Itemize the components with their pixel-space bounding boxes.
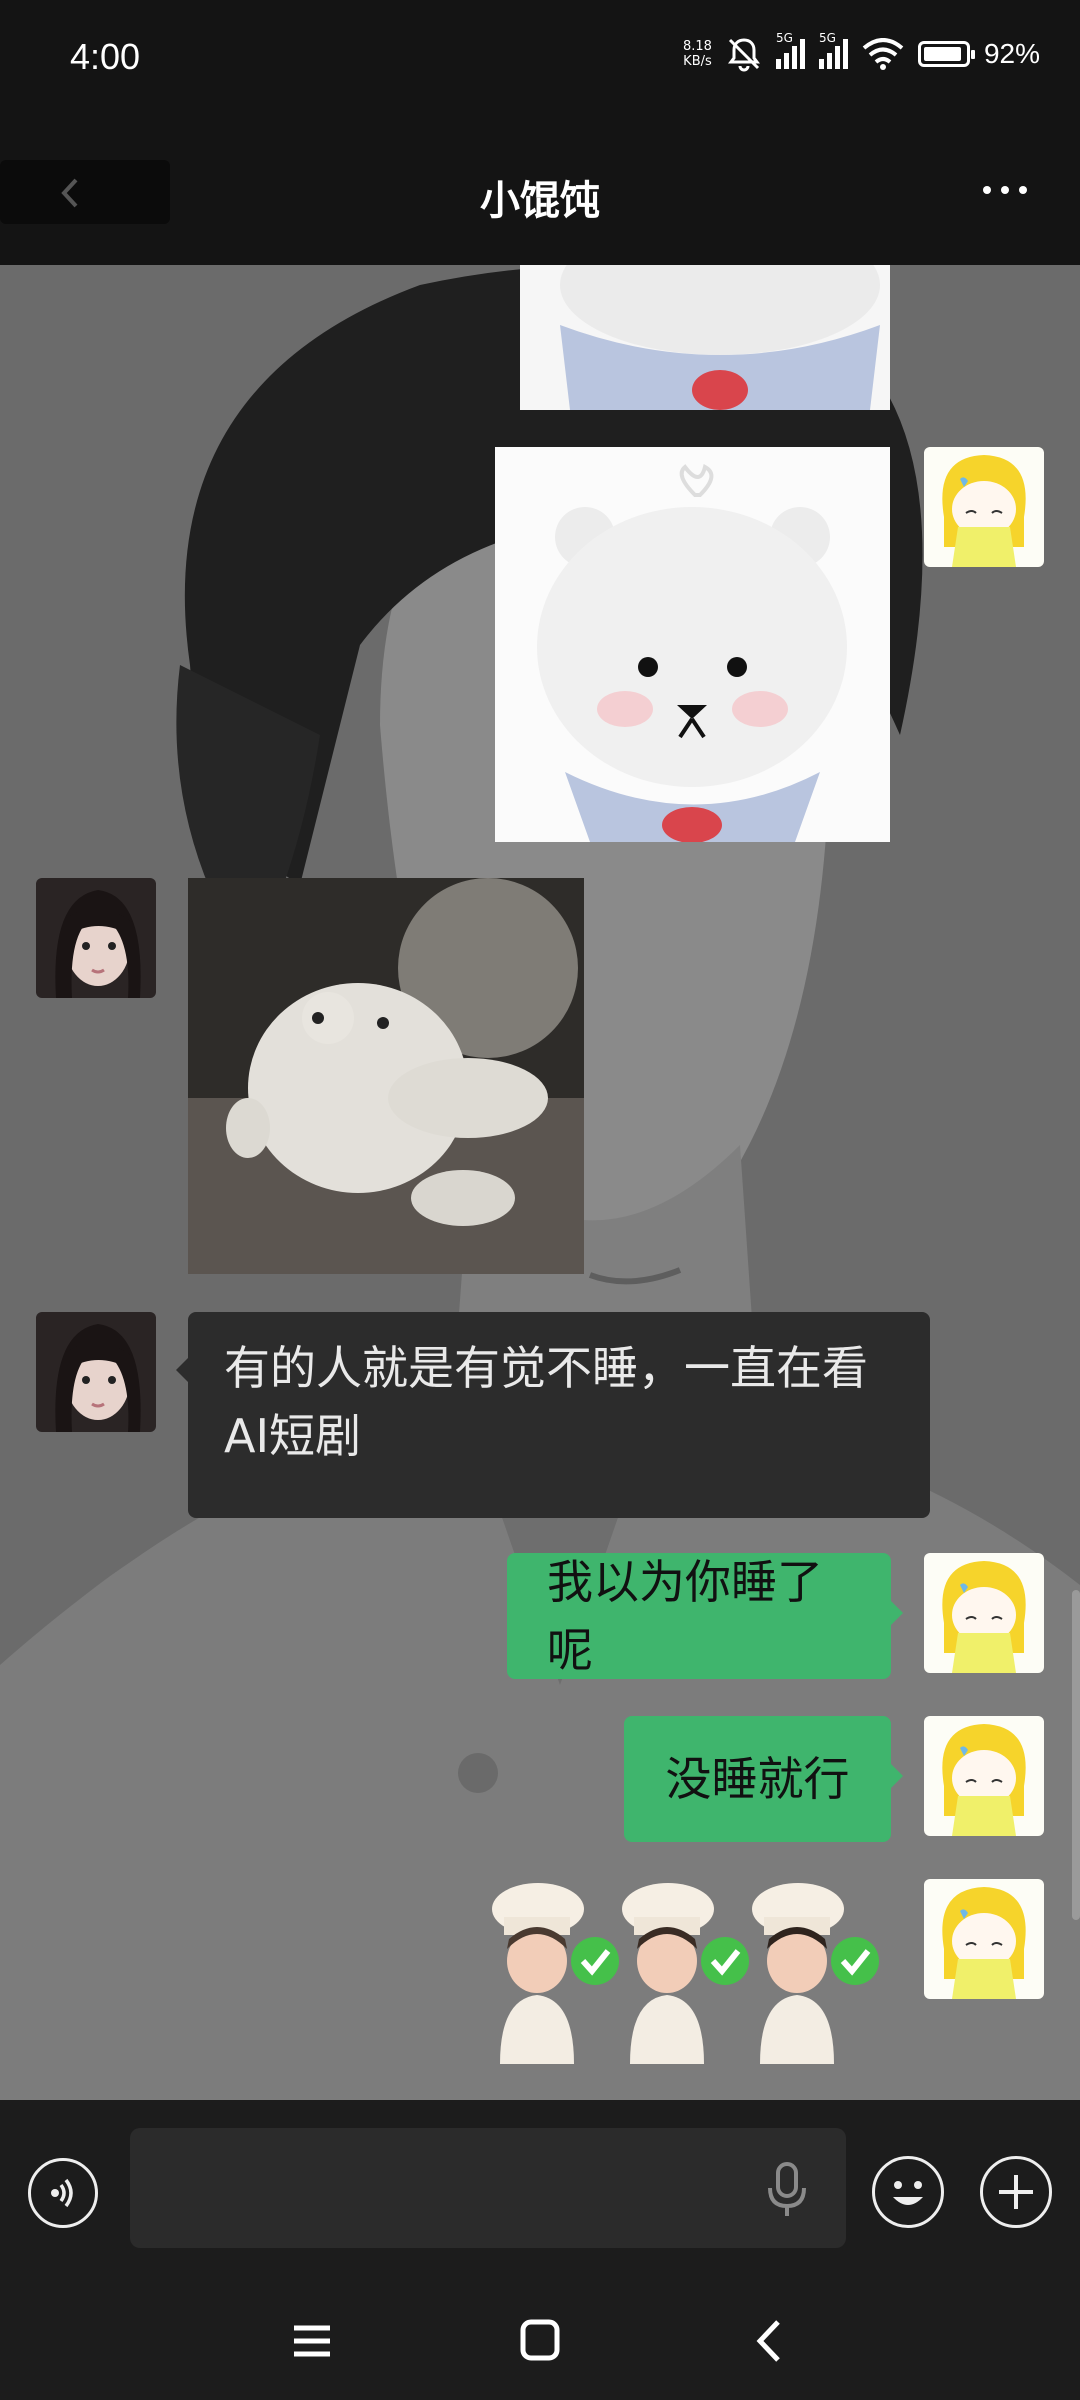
chat-area[interactable]: 有的人就是有觉不睡，一直在看 AI短剧 我以为你睡了呢 没睡就行	[0, 265, 1080, 2100]
message-text: 没睡就行	[665, 1752, 850, 1806]
signal-icon: 5G	[775, 31, 805, 69]
emoji-icon[interactable]	[872, 2156, 944, 2228]
chef-figure	[622, 1883, 749, 2064]
chef-figure	[752, 1883, 879, 2064]
girl-photo-avatar	[36, 878, 156, 998]
image-message[interactable]	[495, 447, 890, 842]
sim2-label: 5G	[818, 31, 836, 45]
voice-icon[interactable]	[28, 2158, 98, 2228]
wifi-icon	[862, 38, 904, 70]
message-text-line-1: 有的人就是有觉不睡，一直在看	[224, 1341, 868, 1395]
cartoon-girl-avatar	[924, 1553, 1044, 1673]
my-avatar[interactable]	[924, 1879, 1044, 1999]
mute-bell-icon	[727, 38, 760, 72]
cartoon-girl-avatar	[924, 1716, 1044, 1836]
image-message[interactable]	[520, 265, 890, 410]
plus-icon[interactable]	[980, 2156, 1052, 2228]
cartoon-girl-avatar	[924, 1879, 1044, 1999]
girl-photo-avatar	[36, 1312, 156, 1432]
text-message-sent[interactable]: 我以为你睡了呢	[507, 1553, 903, 1679]
home-square-icon[interactable]	[510, 2316, 570, 2366]
message-input[interactable]	[130, 2128, 846, 2248]
status-icons: 8.18 KB/s 5G 5G 92%	[683, 31, 1040, 72]
chef-sticker-image	[492, 1883, 879, 2064]
message-text: 我以为你睡了呢	[547, 1555, 823, 1677]
back-chevron-icon[interactable]	[740, 2316, 800, 2366]
bear-plush-image	[520, 265, 890, 410]
battery-fill	[923, 47, 961, 61]
net-speed-unit: KB/s	[683, 54, 712, 69]
my-avatar[interactable]	[924, 1716, 1044, 1836]
image-message[interactable]	[188, 878, 584, 1274]
more-dots-icon[interactable]	[970, 170, 1040, 210]
status-bar: 4:00 8.18 KB/s 5G 5G 92%	[0, 0, 1080, 120]
text-message-sent[interactable]: 没睡就行	[624, 1716, 903, 1842]
chat-header: 小馄饨	[0, 120, 1080, 265]
microphone-icon[interactable]	[762, 2160, 812, 2220]
battery-percent: 92%	[983, 38, 1040, 69]
bear-plush-image	[495, 447, 890, 842]
chef-figure	[492, 1883, 619, 2064]
sim1-label: 5G	[775, 31, 793, 45]
battery-icon	[917, 41, 975, 67]
status-time: 4:00	[70, 36, 141, 77]
system-nav-bar	[0, 2280, 1080, 2400]
contact-avatar[interactable]	[36, 1312, 156, 1432]
text-message-received[interactable]: 有的人就是有觉不睡，一直在看 AI短剧	[176, 1312, 930, 1518]
my-avatar[interactable]	[924, 1553, 1044, 1673]
signal-icon-2: 5G	[818, 31, 848, 69]
chat-title: 小馄饨	[480, 178, 600, 224]
scrollbar[interactable]	[1072, 1590, 1080, 1920]
message-text-line-2: AI短剧	[224, 1409, 362, 1463]
contact-avatar[interactable]	[36, 878, 156, 998]
menu-icon[interactable]	[282, 2316, 342, 2366]
plush-photo-image	[188, 878, 584, 1274]
net-speed-value: 8.18	[683, 39, 712, 54]
sticker-message[interactable]	[490, 1879, 890, 2064]
input-bar	[0, 2100, 1080, 2280]
my-avatar[interactable]	[924, 447, 1044, 567]
net-speed: 8.18 KB/s	[683, 39, 712, 69]
cartoon-girl-avatar	[924, 447, 1044, 567]
